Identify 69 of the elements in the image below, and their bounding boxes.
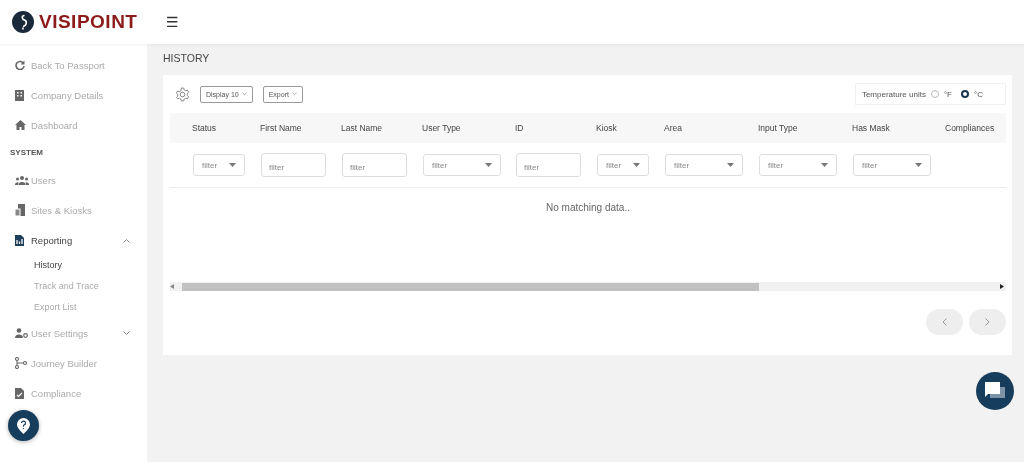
temperature-label: Temperature units [861, 89, 926, 99]
sidebar-subitem[interactable]: History [0, 255, 147, 276]
filter-field[interactable]: filter [261, 153, 326, 177]
user-gear-icon [15, 328, 28, 338]
dropdown-arrow-icon [485, 163, 492, 167]
page-title: HISTORY [163, 51, 211, 66]
filter-field[interactable]: filter [342, 153, 407, 177]
radio-button[interactable] [961, 90, 969, 98]
dropdown-arrow-icon [727, 163, 734, 167]
dropdown-arrow-icon [229, 163, 236, 167]
chevron-down-icon [241, 92, 247, 96]
sidebar-item[interactable]: Compliance [31, 387, 147, 399]
column-header: Kiosk [596, 123, 618, 133]
column-header: User Type [422, 123, 462, 133]
chevron-down-icon [123, 330, 130, 336]
column-header: Area [664, 123, 683, 133]
chat-icon [985, 382, 1005, 400]
logo-icon [12, 11, 34, 33]
column-header: Has Mask [852, 123, 891, 133]
section-label: SYSTEM [9, 147, 44, 159]
empty-message: No matching data.. [546, 202, 630, 213]
help-button[interactable] [8, 410, 39, 441]
radio-label: °F [943, 89, 952, 99]
dropdown-arrow-icon [915, 163, 922, 167]
dropdown-arrow-icon [821, 163, 828, 167]
chevron-left-icon [942, 318, 947, 326]
logo-text: VISIPOINT [39, 11, 138, 33]
column-header: Input Type [758, 123, 799, 133]
scroll-right-icon [1000, 284, 1004, 289]
refresh-icon [15, 60, 25, 70]
document-icon [15, 387, 24, 399]
scroll-left-icon [170, 284, 174, 289]
column-header: Status [192, 123, 218, 133]
flow-icon [15, 357, 27, 369]
chevron-up-icon [123, 237, 130, 243]
horizontal-scrollbar[interactable] [170, 282, 1006, 291]
sidebar-item[interactable]: Journey Builder [31, 357, 147, 369]
sidebar-item[interactable]: Sites & Kiosks [31, 204, 147, 216]
column-header: First Name [260, 123, 303, 133]
report-icon [15, 234, 24, 246]
building-icon [15, 89, 24, 101]
sidebar-subitem[interactable]: Track and Trace [0, 276, 147, 297]
home-icon [15, 120, 26, 130]
filter-field[interactable]: filter [516, 153, 581, 177]
filter-dropdown[interactable]: filter [853, 154, 931, 176]
sidebar-item[interactable]: Dashboard [31, 119, 147, 131]
chevron-down-icon [291, 92, 297, 96]
sidebar-subitem[interactable]: Export List [0, 297, 147, 318]
filter-dropdown[interactable]: filter [423, 154, 501, 176]
help-icon [17, 417, 30, 434]
column-header: ID [515, 123, 525, 133]
radio-label: °C [974, 89, 983, 99]
sidebar-item[interactable]: Back To Passport [31, 59, 147, 71]
sidebar-item[interactable]: Company Details [31, 89, 147, 101]
filter-dropdown[interactable]: filter [665, 154, 743, 176]
dropdown-arrow-icon [633, 163, 640, 167]
filter-dropdown[interactable]: filter [597, 154, 649, 176]
column-header: Compliances [945, 123, 996, 133]
filter-dropdown[interactable]: filter [759, 154, 837, 176]
filter-dropdown[interactable]: filter [193, 154, 245, 176]
chevron-right-icon [985, 318, 990, 326]
sidebar-item[interactable]: User Settings [31, 327, 123, 339]
sidebar-item[interactable]: Reporting [31, 234, 123, 246]
kiosk-icon [15, 204, 25, 216]
settings-icon[interactable] [175, 86, 190, 102]
chat-button[interactable] [976, 372, 1014, 410]
users-icon [15, 175, 29, 185]
column-header: Last Name [341, 123, 384, 133]
sidebar-item[interactable]: Users [31, 174, 147, 186]
